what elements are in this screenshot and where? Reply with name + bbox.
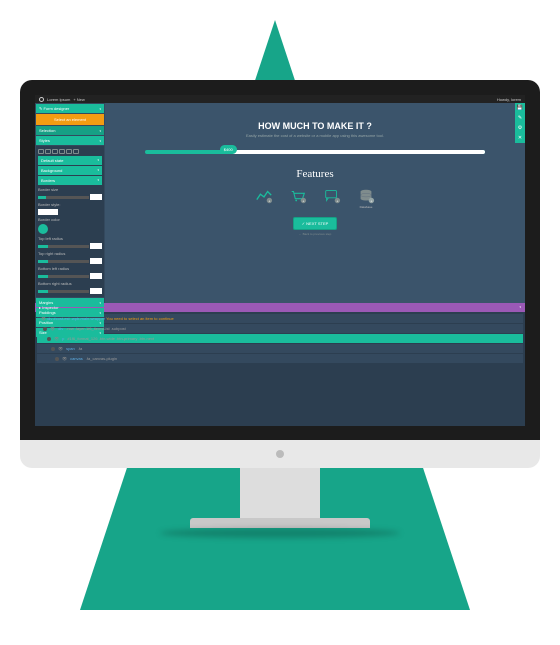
close-icon[interactable]: ✕ [515,133,525,143]
top-right-radius-label: Top right radius [38,250,102,257]
state-dropdown[interactable]: Default state▾ [38,156,102,165]
device-phone-icon[interactable] [66,149,72,154]
slider-value-badge: $400 [220,145,237,154]
code-line[interactable]: 👁 p #1f6_format_126 .btn-wide .btn-prima… [37,334,523,343]
features-title: Features [125,168,505,180]
chevron-down-icon: ▾ [519,305,521,310]
select-element-button[interactable]: Select an element [36,114,104,125]
monitor-stand [240,468,320,518]
color-swatch[interactable] [38,224,48,234]
device-phone-landscape-icon[interactable] [73,149,79,154]
top-right-radius-slider[interactable] [38,257,102,265]
chevron-down-icon: ▾ [99,311,101,315]
bullet-icon [43,327,47,331]
device-tablet-landscape-icon[interactable] [59,149,65,154]
eye-icon: 👁 [41,316,46,321]
database-icon: + [357,188,375,204]
chevron-down-icon: ▾ [97,158,99,163]
hero-subtitle: Easily estimate the cost of a website or… [125,133,505,138]
bottom-right-radius-label: Bottom right radius [38,280,102,287]
device-selector[interactable] [38,148,102,155]
features-row: + + + [125,188,505,209]
border-style-select[interactable] [38,208,102,216]
code-line[interactable]: 👁 canvas .fa_canvas-plugin [37,354,523,363]
top-left-radius-label: Top left radius [38,235,102,242]
feature-analytics[interactable]: + [255,188,273,209]
background-panel[interactable]: Background▾ [38,166,102,175]
design-canvas[interactable]: 💾 ✎ ⚙ ✕ HOW MUCH TO MAKE IT ? Easily est… [105,103,525,303]
price-slider[interactable]: $400 [145,150,485,154]
inspector-panel: 👁 div #cost-est .wpb-main-wrapper You ne… [35,312,525,426]
next-step-button[interactable]: ✓ NEXT STEP [293,217,338,230]
feature-ecommerce[interactable]: + [289,188,307,209]
svg-text:+: + [268,199,270,203]
settings-icon[interactable]: ⚙ [515,123,525,133]
device-desktop-icon[interactable] [38,149,44,154]
chevron-down-icon: ▾ [99,129,101,133]
eye-icon[interactable]: 👁 [62,356,67,361]
site-name[interactable]: Lorem Ipsum [47,97,70,102]
bullet-icon [47,337,51,341]
cart-icon: + [289,188,307,204]
bottom-left-radius-label: Bottom left radius [38,265,102,272]
code-line[interactable]: 👁 span .fa [37,344,523,353]
chevron-down-icon: ▾ [99,331,101,335]
bottom-right-radius-slider[interactable] [38,287,102,295]
border-size-label: Border size [38,186,102,193]
app-screen: Lorem Ipsum + New Howdy, lorem ✎ Form de… [35,95,525,425]
eye-icon[interactable]: 👁 [50,326,55,331]
chevron-down-icon: ▾ [97,168,99,173]
save-icon[interactable]: 💾 [515,103,525,113]
form-designer-header[interactable]: ✎ Form designer▾ [36,104,104,113]
monitor-base [190,518,370,528]
chevron-down-icon: ▾ [97,178,99,183]
selection-panel[interactable]: Selection▾ [36,126,104,135]
svg-text:+: + [370,199,372,203]
bullet-icon [51,347,55,351]
border-color-label: Border color [38,216,102,223]
monitor-chin [20,440,540,468]
chevron-down-icon: ▾ [99,139,101,143]
hero-title: HOW MUCH TO MAKE IT ? [125,121,505,131]
bullet-icon [55,357,59,361]
top-left-radius-slider[interactable] [38,242,102,250]
feature-chat[interactable]: + [323,188,341,209]
svg-text:+: + [302,199,304,203]
sidebar: ✎ Form designer▾ Select an element Selec… [35,103,105,303]
inspector-header[interactable]: ▸ Inspector▾ [35,303,525,312]
back-link[interactable]: ← Back to previous step [125,232,505,236]
right-toolbar: 💾 ✎ ⚙ ✕ [515,103,525,143]
chart-icon: + [255,188,273,204]
new-link[interactable]: + New [73,97,84,102]
device-laptop-icon[interactable] [45,149,51,154]
bottom-left-radius-slider[interactable] [38,272,102,280]
svg-text:+: + [336,199,338,203]
chevron-down-icon: ▾ [99,107,101,111]
eye-icon[interactable]: 👁 [58,346,63,351]
edit-icon[interactable]: ✎ [515,113,525,123]
border-style-label: Border style: [38,201,102,208]
chevron-down-icon: ▾ [99,301,101,305]
wp-admin-bar: Lorem Ipsum + New Howdy, lorem [35,95,525,103]
wordpress-icon[interactable] [39,97,44,102]
styles-panel[interactable]: Styles▾ [36,136,104,145]
code-line[interactable]: 👁 div .row .layer-1f6_itemsList .subpost [37,324,523,333]
eye-icon[interactable]: 👁 [54,336,59,341]
howdy-user[interactable]: Howdy, lorem [497,97,521,102]
feature-database[interactable]: + Database [357,188,375,209]
chevron-down-icon: ▾ [99,321,101,325]
device-tablet-icon[interactable] [52,149,58,154]
chat-icon: + [323,188,341,204]
borders-panel[interactable]: Borders▾ [38,176,102,185]
monitor-shadow [160,528,400,538]
monitor-bezel: Lorem Ipsum + New Howdy, lorem ✎ Form de… [20,80,540,440]
monitor-mockup: Lorem Ipsum + New Howdy, lorem ✎ Form de… [20,80,540,538]
feature-label: Database [357,205,375,209]
inspector-warning: 👁 div #cost-est .wpb-main-wrapper You ne… [37,314,523,323]
border-size-slider[interactable] [38,193,102,201]
